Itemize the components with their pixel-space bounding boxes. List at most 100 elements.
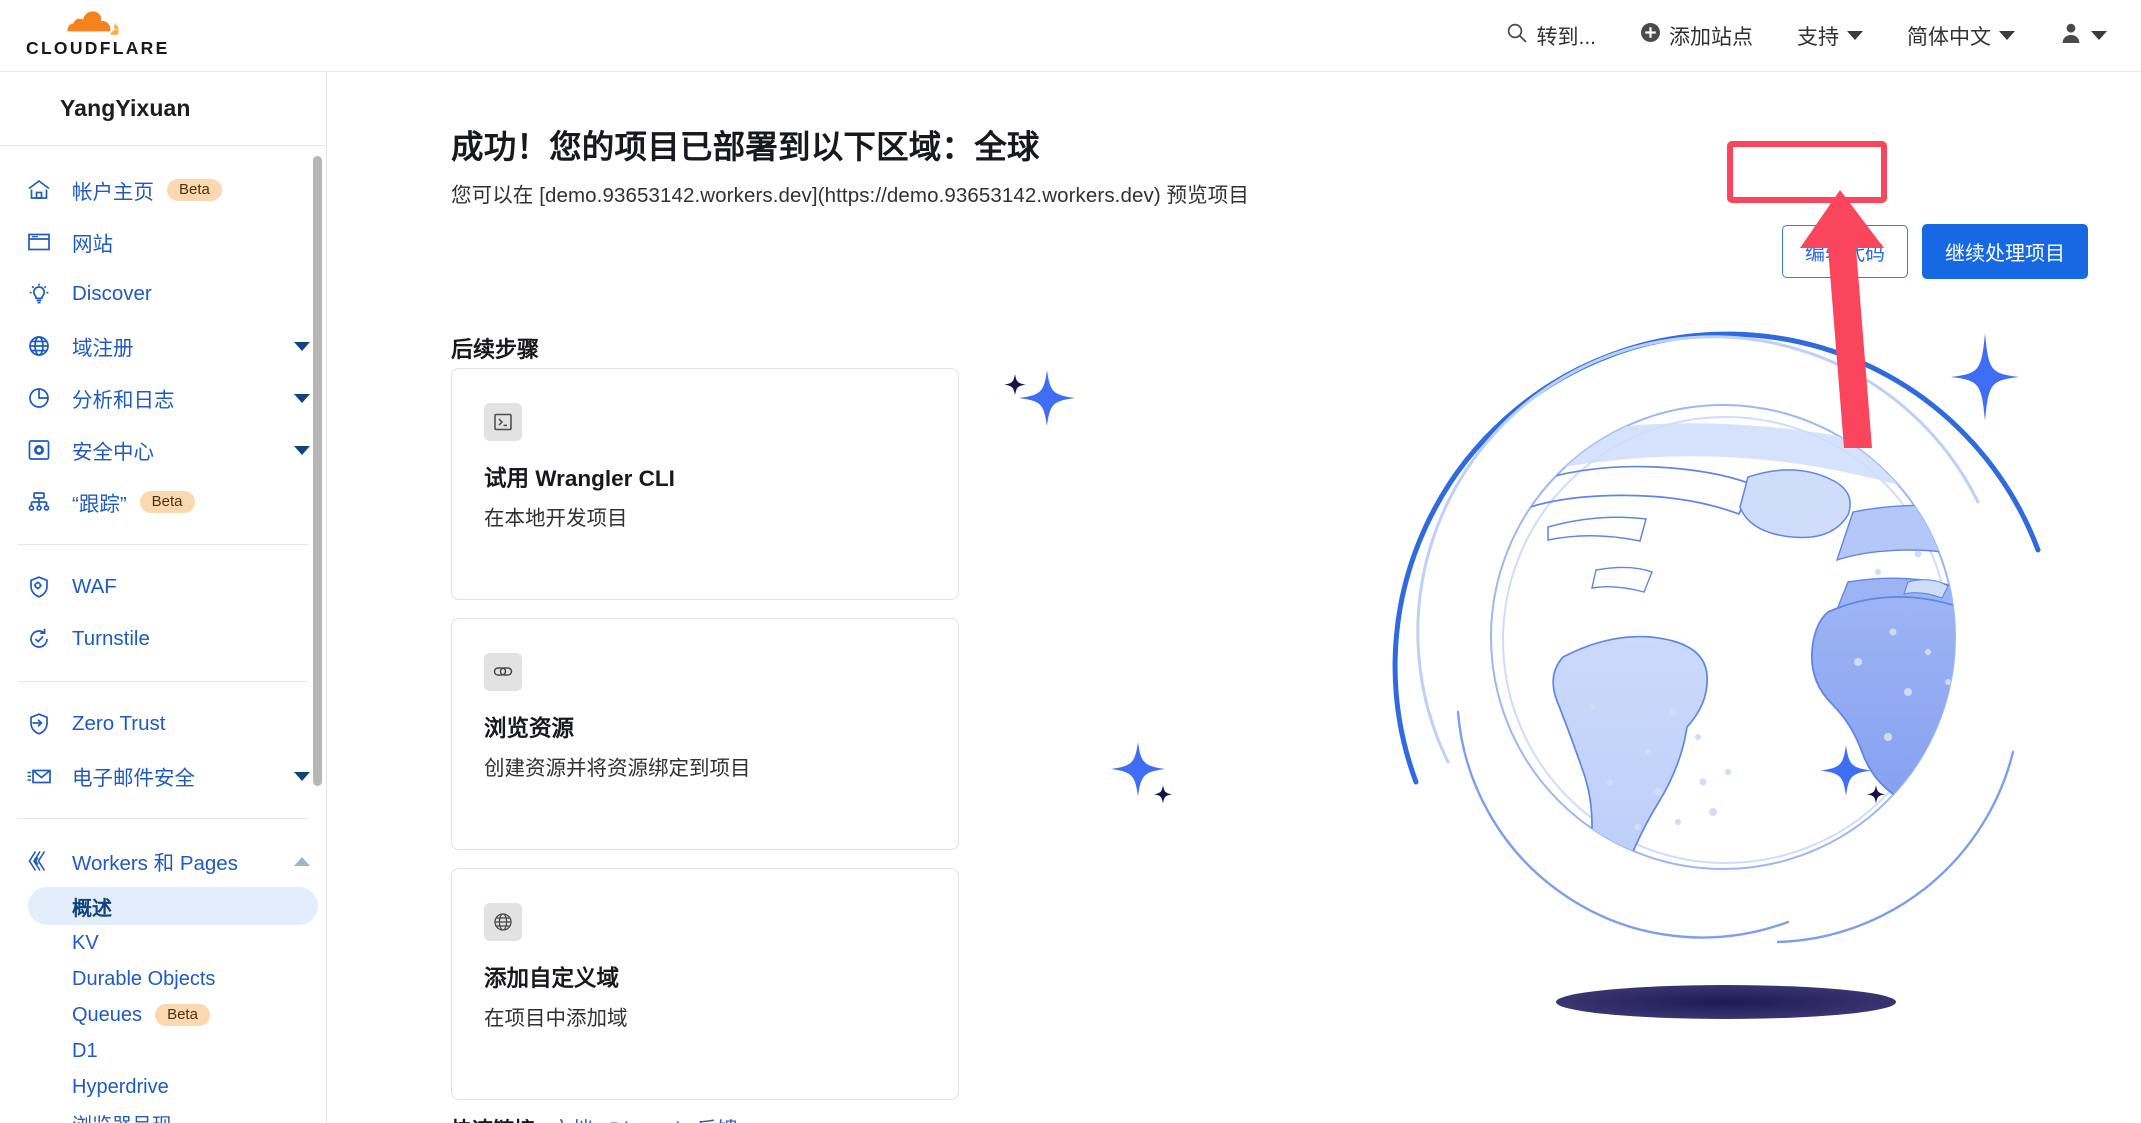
turnstile-icon <box>22 626 56 652</box>
card-description: 创建资源并将资源绑定到项目 <box>484 757 751 780</box>
sidebar-group-zerotrust: Zero Trust 电子邮件安全 <box>0 692 326 808</box>
add-site-button[interactable]: 添加站点 <box>1640 21 1753 51</box>
globe-icon <box>22 333 56 359</box>
action-button-row: 编辑代码 继续处理项目 <box>1782 224 2088 279</box>
goto-search[interactable]: 转到... <box>1506 21 1596 51</box>
language-menu[interactable]: 简体中文 <box>1907 21 2015 51</box>
language-label: 简体中文 <box>1907 25 1991 49</box>
account-header: YangYixuan <box>0 72 326 146</box>
sidebar-scrollbar[interactable] <box>313 156 322 786</box>
plus-circle-icon <box>1640 22 1661 49</box>
sitemap-icon <box>22 489 56 515</box>
link-icon <box>484 653 522 691</box>
chevron-down-icon[interactable] <box>294 341 310 351</box>
svg-text:CLOUDFLARE: CLOUDFLARE <box>26 38 170 58</box>
top-navigation-bar: CLOUDFLARE 转到... 添加站点 支持 简体中文 <box>0 0 2141 72</box>
page-subtitle: 您可以在 [demo.93653142.workers.dev](https:/… <box>451 184 1249 207</box>
terminal-icon <box>484 403 522 441</box>
sidebar-item-security-center[interactable]: 安全中心 <box>0 424 326 476</box>
sidebar-subitem-kv[interactable]: KV <box>0 925 326 961</box>
sidebar-subitem-queues[interactable]: Queues Beta <box>0 997 326 1033</box>
search-icon <box>1506 22 1528 50</box>
sidebar-subitem-durable-objects[interactable]: Durable Objects <box>0 961 326 997</box>
sidebar-item-domain-registration[interactable]: 域注册 <box>0 320 326 372</box>
sidebar-subitem-label: KV <box>72 931 99 954</box>
sidebar-item-discover[interactable]: Discover <box>0 268 326 320</box>
home-icon <box>22 177 56 203</box>
globe-illustration <box>1348 282 2138 1072</box>
chevron-down-icon[interactable] <box>294 445 310 455</box>
support-menu[interactable]: 支持 <box>1797 21 1863 51</box>
quick-link-discord[interactable]: Discord <box>609 1119 680 1123</box>
sidebar-group-main: 帐户主页 Beta 网站 Discover 域注册 分析和日志 安全中心 “跟踪… <box>0 158 326 534</box>
edit-code-button[interactable]: 编辑代码 <box>1782 225 1908 278</box>
card-title: 添加自定义域 <box>484 966 620 991</box>
sidebar-item-label: WAF <box>72 575 117 598</box>
quick-link-feedback[interactable]: 反馈 <box>696 1114 738 1123</box>
pie-chart-icon <box>22 385 56 411</box>
cloudflare-logo[interactable]: CLOUDFLARE <box>24 10 174 61</box>
sidebar-item-trace[interactable]: “跟踪” Beta <box>0 476 326 528</box>
status-badge: Beta <box>139 491 195 513</box>
sparkle-icon <box>1108 732 1198 817</box>
lightbulb-icon <box>22 281 56 307</box>
divider <box>18 818 308 819</box>
sidebar-nav: 帐户主页 Beta 网站 Discover 域注册 分析和日志 安全中心 “跟踪… <box>0 146 326 1123</box>
sidebar-item-waf[interactable]: WAF <box>0 561 326 613</box>
add-site-label: 添加站点 <box>1669 25 1753 49</box>
sidebar-subitem-label: 浏览器呈现 <box>72 1109 172 1123</box>
sidebar-subitem-browser-rendering[interactable]: 浏览器呈现 <box>0 1105 326 1123</box>
sidebar-item-label: Zero Trust <box>72 712 166 735</box>
sidebar-subitem-d1[interactable]: D1 <box>0 1033 326 1069</box>
next-steps-heading: 后续步骤 <box>451 337 540 362</box>
sidebar-item-account-home[interactable]: 帐户主页 Beta <box>0 164 326 216</box>
shield-gear-icon <box>22 574 56 600</box>
sidebar-subitem-label: Queues <box>72 1003 143 1026</box>
window-icon <box>22 229 56 255</box>
sidebar-group-workers: Workers 和 Pages 概述 KV Durable Objects Qu… <box>0 829 326 1123</box>
user-icon <box>2059 21 2083 51</box>
next-step-card-custom-domain[interactable]: 添加自定义域 在项目中添加域 <box>451 868 959 1100</box>
card-description: 在项目中添加域 <box>484 1007 628 1030</box>
chevron-down-icon[interactable] <box>294 393 310 403</box>
status-badge: Beta <box>167 179 222 201</box>
sparkle-icon <box>991 352 1081 447</box>
chevron-down-icon[interactable] <box>294 771 310 781</box>
sidebar-item-zero-trust[interactable]: Zero Trust <box>0 698 326 750</box>
sidebar-item-turnstile[interactable]: Turnstile <box>0 613 326 665</box>
sidebar: YangYixuan 帐户主页 Beta 网站 Discover 域注册 分析和… <box>0 72 327 1123</box>
divider <box>18 681 308 682</box>
chevron-down-icon <box>2091 31 2107 40</box>
user-menu[interactable] <box>2059 21 2107 51</box>
quick-links: 快速链接 文档 Discord 反馈 <box>451 1114 738 1123</box>
quick-link-docs[interactable]: 文档 <box>551 1114 593 1123</box>
quick-links-label: 快速链接 <box>451 1114 535 1123</box>
shield-arrow-icon <box>22 711 56 737</box>
chevron-down-icon <box>1847 31 1863 40</box>
chevron-up-icon[interactable] <box>294 856 310 866</box>
topbar-actions: 转到... 添加站点 支持 简体中文 <box>1506 21 2141 51</box>
page-title: 成功！您的项目已部署到以下区域：全球 <box>451 129 1040 165</box>
account-name: YangYixuan <box>60 95 191 121</box>
workers-icon <box>22 848 56 874</box>
sidebar-subitem-overview[interactable]: 概述 <box>28 887 318 925</box>
sidebar-item-workers-and-pages[interactable]: Workers 和 Pages <box>0 835 326 887</box>
sidebar-item-label: Workers 和 Pages <box>72 852 238 875</box>
sidebar-item-label: Turnstile <box>72 627 150 650</box>
sidebar-subitem-hyperdrive[interactable]: Hyperdrive <box>0 1069 326 1105</box>
sidebar-item-websites[interactable]: 网站 <box>0 216 326 268</box>
sidebar-item-label: 电子邮件安全 <box>72 767 195 790</box>
sidebar-item-analytics-logs[interactable]: 分析和日志 <box>0 372 326 424</box>
sidebar-item-email-security[interactable]: 电子邮件安全 <box>0 750 326 802</box>
next-step-card-wrangler[interactable]: 试用 Wrangler CLI 在本地开发项目 <box>451 368 959 600</box>
security-box-icon <box>22 437 56 463</box>
next-step-card-resources[interactable]: 浏览资源 创建资源并将资源绑定到项目 <box>451 618 959 850</box>
continue-project-button[interactable]: 继续处理项目 <box>1922 224 2088 279</box>
divider <box>18 544 308 545</box>
sidebar-item-label: 域注册 <box>72 337 134 360</box>
sidebar-group-security: WAF Turnstile <box>0 555 326 671</box>
sidebar-item-label: Discover <box>72 282 152 305</box>
sidebar-subitem-label: 概述 <box>72 897 112 920</box>
card-title: 浏览资源 <box>484 716 575 741</box>
sidebar-item-label: 网站 <box>72 233 113 256</box>
